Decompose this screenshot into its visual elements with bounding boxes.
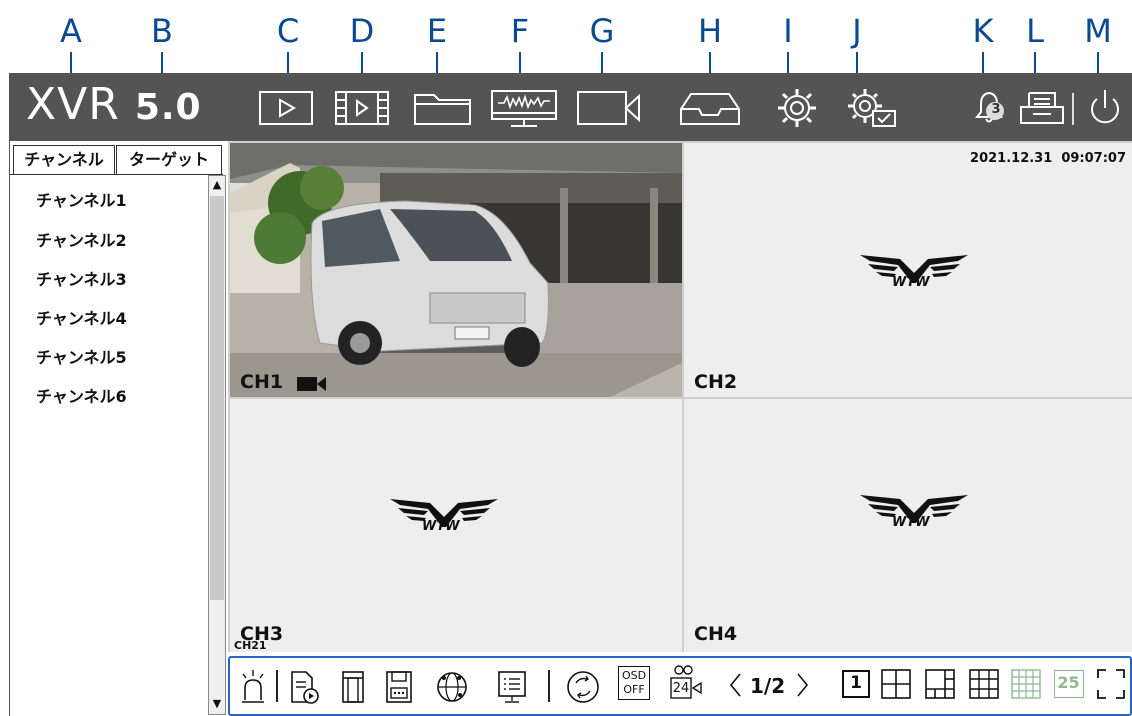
video-grid: CH1 2021.12.31 09:07:07 WTW CH2 WTW CH3 … <box>228 141 1132 652</box>
app-version: 5.0 <box>134 87 202 128</box>
layout-16-icon[interactable] <box>1010 668 1042 704</box>
scroll-thumb[interactable] <box>210 196 224 600</box>
top-toolbar: XVR 5.0 3 <box>9 73 1132 141</box>
list-icon[interactable] <box>496 668 528 704</box>
play-icon[interactable] <box>257 87 315 129</box>
ch1-camera-feed <box>230 143 682 397</box>
osd-toggle-label: OSD OFF <box>621 669 647 696</box>
channel-item-4[interactable]: チャンネル4 <box>36 305 127 329</box>
video-cell-ch2[interactable]: 2021.12.31 09:07:07 WTW CH2 <box>684 143 1132 397</box>
callout-g: G <box>589 12 615 50</box>
alarm-bell-icon[interactable]: 3 <box>969 87 1009 129</box>
channel-item-2[interactable]: チャンネル2 <box>36 227 127 251</box>
network-icon[interactable] <box>434 668 470 704</box>
channel-item-6[interactable]: チャンネル6 <box>36 383 127 407</box>
callout-k: K <box>972 12 994 50</box>
channel-item-3[interactable]: チャンネル3 <box>36 266 127 290</box>
sidebar-scrollbar[interactable]: ▲ ▼ <box>208 175 226 715</box>
tab-underline <box>10 174 223 175</box>
ch1-label: CH1 <box>240 371 284 393</box>
layout-25-icon[interactable]: 25 <box>1054 670 1084 698</box>
callout-f: F <box>510 12 530 50</box>
ch4-label: CH4 <box>694 623 738 645</box>
bottom-separator <box>276 670 278 702</box>
bottom-separator <box>548 670 550 702</box>
app-logo: XVR 5.0 <box>26 79 202 130</box>
layout-6-icon[interactable] <box>924 668 956 704</box>
video-cell-ch4[interactable]: WTW CH4 <box>684 399 1132 652</box>
power-icon[interactable] <box>1083 87 1127 129</box>
archive-icon[interactable] <box>1017 87 1067 129</box>
refresh-icon[interactable] <box>564 668 602 704</box>
brand-logo-text: WTW <box>892 515 930 530</box>
alarm-count-badge: 3 <box>991 102 1001 117</box>
layout-1-icon[interactable]: 1 <box>842 670 870 698</box>
alarm-light-icon[interactable] <box>238 668 268 704</box>
record-camera-icon <box>297 377 326 391</box>
callout-h: H <box>697 12 723 50</box>
tray-icon[interactable] <box>678 87 742 129</box>
door-icon[interactable] <box>338 668 368 704</box>
page-indicator: 1/2 <box>750 674 786 698</box>
scroll-up-icon[interactable]: ▲ <box>210 177 224 193</box>
datetime-display: 2021.12.31 09:07:07 <box>970 151 1126 166</box>
layout-1-label: 1 <box>850 673 862 693</box>
monitor-waveform-icon[interactable] <box>489 87 559 129</box>
sidebar: チャンネル ターゲット チャンネル1 チャンネル2 チャンネル3 チャンネル4 … <box>9 141 229 716</box>
brand-logo-text: WTW <box>422 519 460 534</box>
callout-c: C <box>276 12 300 50</box>
record-camera-icon[interactable] <box>575 87 645 129</box>
callout-m: M <box>1084 12 1112 50</box>
callout-a: A <box>60 12 82 50</box>
video-cell-ch1[interactable]: CH1 <box>230 143 682 397</box>
osd-toggle-icon[interactable]: OSD OFF <box>618 666 650 700</box>
next-page-icon[interactable] <box>796 670 810 706</box>
callout-b: B <box>151 12 173 50</box>
layout-9-icon[interactable] <box>968 668 1000 704</box>
schedule-24-label: 24 <box>672 681 690 696</box>
callout-j: J <box>852 12 862 50</box>
ch2-label: CH2 <box>694 371 738 393</box>
channel-item-5[interactable]: チャンネル5 <box>36 344 127 368</box>
callout-l: L <box>1026 12 1044 50</box>
app-name: XVR <box>26 79 120 130</box>
settings-gear-icon[interactable] <box>765 87 829 129</box>
callout-d: D <box>349 12 375 50</box>
folder-icon[interactable] <box>412 87 474 129</box>
playback-film-icon[interactable] <box>333 87 391 129</box>
video-cell-ch3[interactable]: WTW CH3 <box>230 399 682 652</box>
bottom-toolbar: CH21 OSD OFF 24 1/2 1 25 <box>228 639 1132 716</box>
layout-4-icon[interactable] <box>880 668 912 704</box>
schedule-24-icon[interactable]: 24 <box>668 664 704 700</box>
layout-25-label: 25 <box>1057 673 1080 692</box>
disk-icon[interactable] <box>383 668 415 704</box>
video-file-icon[interactable] <box>286 668 320 704</box>
settings-gear-check-icon[interactable] <box>841 87 901 129</box>
tab-channel[interactable]: チャンネル <box>13 145 115 175</box>
cut-off-channel-label: CH21 <box>234 639 267 652</box>
brand-logo-text: WTW <box>892 275 930 290</box>
channel-item-1[interactable]: チャンネル1 <box>36 187 127 211</box>
callout-e: E <box>426 12 448 50</box>
tab-target[interactable]: ターゲット <box>116 145 222 175</box>
toolbar-divider <box>1072 93 1074 125</box>
fullscreen-icon[interactable] <box>1096 668 1126 704</box>
callout-i: I <box>783 12 793 50</box>
scroll-down-icon[interactable]: ▼ <box>210 696 224 712</box>
prev-page-icon[interactable] <box>728 670 742 706</box>
